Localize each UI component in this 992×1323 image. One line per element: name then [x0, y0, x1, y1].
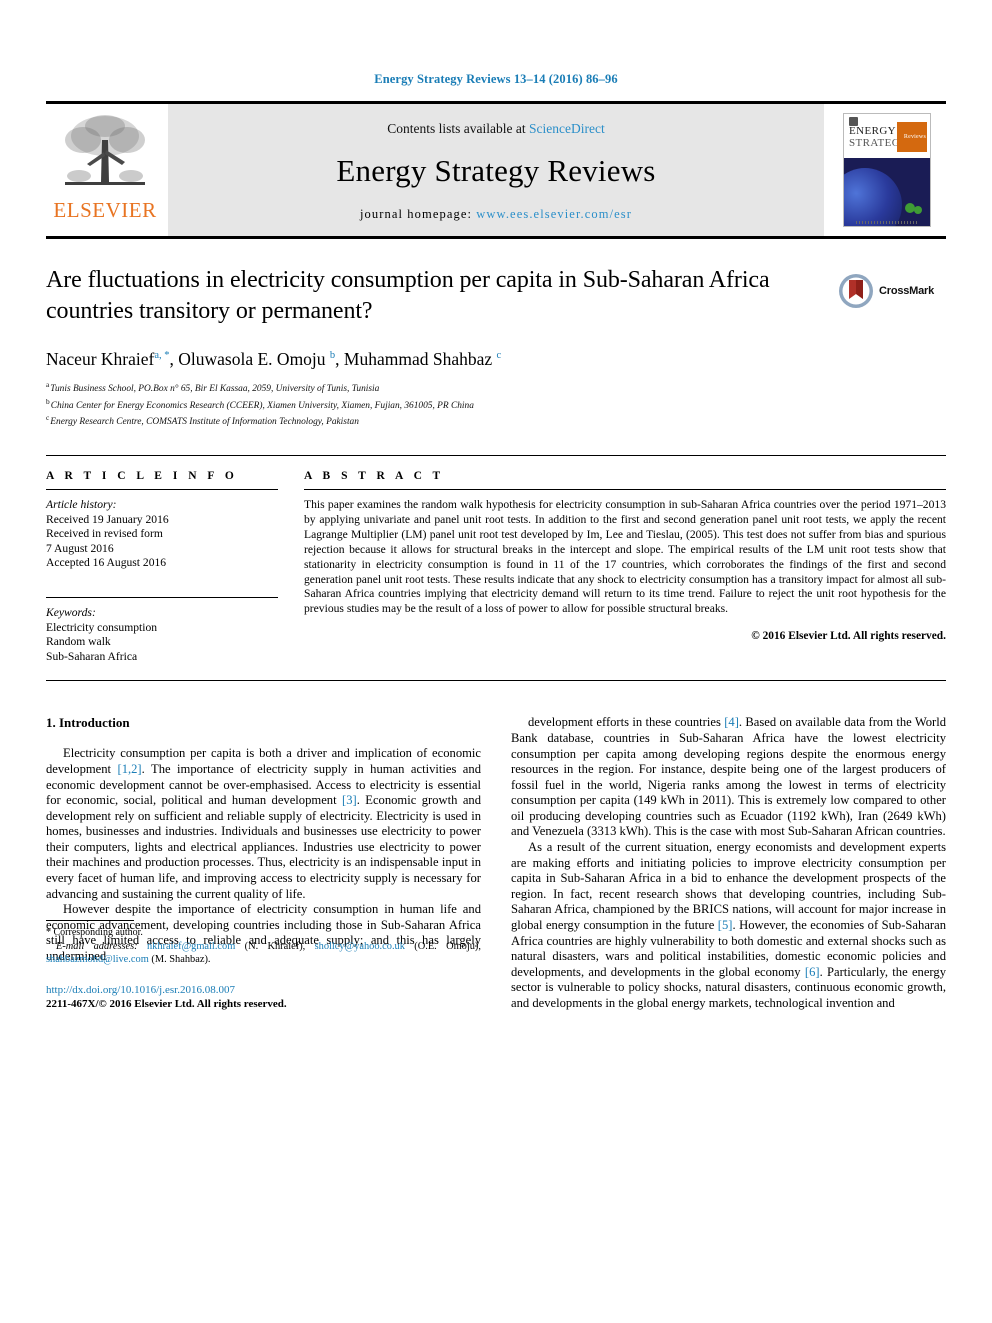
history-item: 7 August 2016 — [46, 541, 114, 555]
info-abstract-band: A R T I C L E I N F O Article history: R… — [46, 454, 946, 682]
homepage-prefix: journal homepage: — [359, 206, 477, 221]
citation-link[interactable]: [1,2] — [118, 762, 142, 776]
citation-link[interactable]: [6] — [805, 965, 820, 979]
body-columns: 1. Introduction Electricity consumption … — [46, 715, 946, 1011]
footnote-text: * Corresponding author. E-mail addresses:… — [46, 926, 481, 966]
abstract-column: A B S T R A C T This paper examines the … — [304, 470, 946, 664]
cover-globe-graphic — [844, 158, 930, 226]
journal-title: Energy Strategy Reviews — [336, 152, 656, 188]
issn-copyright-line: 2211-467X/© 2016 Elsevier Ltd. All right… — [46, 998, 287, 1011]
title-block: Are fluctuations in electricity consumpt… — [46, 265, 946, 429]
affiliation-list: aTunis Business School, PO.Box n° 65, Bi… — [46, 379, 946, 429]
keywords-group: Keywords: Electricity consumption Random… — [46, 606, 278, 664]
homepage-url-link[interactable]: www.ees.elsevier.com/esr — [476, 207, 632, 221]
journal-homepage-line: journal homepage: www.ees.elsevier.com/e… — [360, 207, 632, 222]
citation-link[interactable]: [4] — [724, 715, 739, 729]
journal-masthead: ELSEVIER Contents lists available at Sci… — [46, 101, 946, 236]
cover-barcode — [856, 221, 918, 224]
doi-link[interactable]: http://dx.doi.org/10.1016/j.esr.2016.08.… — [46, 984, 235, 996]
history-item: Accepted 16 August 2016 — [46, 556, 167, 570]
email-addresses: E-mail addresses: nkhraief@gmail.com (N.… — [46, 940, 481, 966]
abstract-heading: A B S T R A C T — [304, 469, 445, 482]
crossmark-label: CrossMark — [879, 285, 935, 297]
cover-badge-label: Reviews — [903, 134, 926, 140]
page-title: Are fluctuations in electricity consumpt… — [46, 267, 770, 324]
abstract-copyright: © 2016 Elsevier Ltd. All rights reserved… — [751, 630, 946, 643]
article-history-label: Article history: — [46, 497, 117, 511]
affiliation-item: cEnergy Research Centre, COMSATS Institu… — [46, 412, 946, 429]
body-paragraph: Electricity consumption per capita is bo… — [46, 746, 482, 901]
author-name: Muhammad Shahbaz — [343, 348, 493, 369]
masthead-center: Contents lists available at ScienceDirec… — [164, 104, 828, 236]
contents-available-line: Contents lists available at ScienceDirec… — [387, 121, 604, 137]
email-link[interactable]: shollcy@yahoo.co.uk — [315, 941, 405, 952]
crossmark-icon — [839, 274, 873, 308]
cover-recycle-icon — [905, 203, 922, 214]
citation-link[interactable]: [5] — [718, 918, 733, 932]
corresponding-author-note: * Corresponding author. — [46, 927, 143, 939]
affiliation-text: Energy Research Centre, COMSATS Institut… — [50, 417, 359, 428]
journal-cover-thumbnail: ENERGY STRATEGY Reviews — [828, 104, 946, 236]
abstract-rule — [304, 488, 946, 490]
keywords-rule — [46, 596, 278, 598]
article-info-heading: A R T I C L E I N F O — [46, 469, 238, 482]
crossmark-badge[interactable]: CrossMark — [838, 265, 946, 317]
paper-page: Energy Strategy Reviews 13–14 (2016) 86–… — [0, 0, 992, 1323]
section-title-introduction: 1. Introduction — [46, 715, 130, 731]
body-column-right: development efforts in these countries [… — [511, 715, 946, 1011]
doi-block: http://dx.doi.org/10.1016/j.esr.2016.08.… — [46, 983, 481, 1012]
keyword-item: Electricity consumption — [46, 620, 158, 634]
affiliation-item: bChina Center for Energy Economics Resea… — [46, 396, 946, 413]
author-marks: b — [329, 350, 336, 361]
body-column-left: 1. Introduction Electricity consumption … — [46, 715, 481, 1011]
footnote-block: * Corresponding author. E-mail addresses:… — [46, 920, 481, 1011]
keyword-item: Sub-Saharan Africa — [46, 649, 138, 663]
keyword-item: Random walk — [46, 635, 111, 649]
keywords-label: Keywords: — [46, 605, 96, 619]
article-info-column: A R T I C L E I N F O Article history: R… — [46, 470, 278, 664]
article-info-rule — [46, 488, 278, 490]
citation-link[interactable]: [3] — [342, 793, 357, 807]
affiliation-text: China Center for Energy Economics Resear… — [50, 400, 474, 411]
history-item: Received 19 January 2016 — [46, 512, 169, 526]
author-marks: c — [496, 350, 502, 361]
affiliation-text: Tunis Business School, PO.Box n° 65, Bir… — [50, 383, 380, 394]
sciencedirect-link[interactable]: ScienceDirect — [529, 121, 605, 136]
running-head: Energy Strategy Reviews 13–14 (2016) 86–… — [374, 72, 618, 86]
cover-line1: ENERGY — [849, 125, 897, 137]
author-name: Oluwasola E. Omoju — [178, 348, 326, 369]
elsevier-wordmark: ELSEVIER — [53, 198, 157, 222]
author-name: Naceur Khraief — [46, 348, 155, 369]
body-paragraph: development efforts in these countries [… — [511, 715, 946, 839]
article-history-group: Article history: Received 19 January 201… — [46, 498, 278, 571]
footnote-rule — [46, 920, 134, 922]
affiliation-item: aTunis Business School, PO.Box n° 65, Bi… — [46, 379, 946, 396]
abstract-text: This paper examines the random walk hypo… — [304, 497, 946, 616]
elsevier-tree-icon — [65, 115, 145, 185]
contents-prefix: Contents lists available at — [387, 120, 529, 136]
history-item: Received in revised form — [46, 527, 163, 541]
author-list: Naceur Khraiefa, *, Oluwasola E. Omoju b… — [46, 348, 502, 369]
masthead-bottom-rule — [46, 236, 946, 239]
body-paragraph: As a result of the current situation, en… — [511, 840, 946, 1011]
email-link[interactable]: shahbazmohd@live.com — [46, 954, 149, 965]
email-link[interactable]: nkhraief@gmail.com — [147, 941, 235, 952]
elsevier-logo: ELSEVIER — [46, 104, 164, 236]
author-marks: a, * — [154, 350, 170, 361]
cover-image: ENERGY STRATEGY Reviews — [843, 113, 931, 227]
